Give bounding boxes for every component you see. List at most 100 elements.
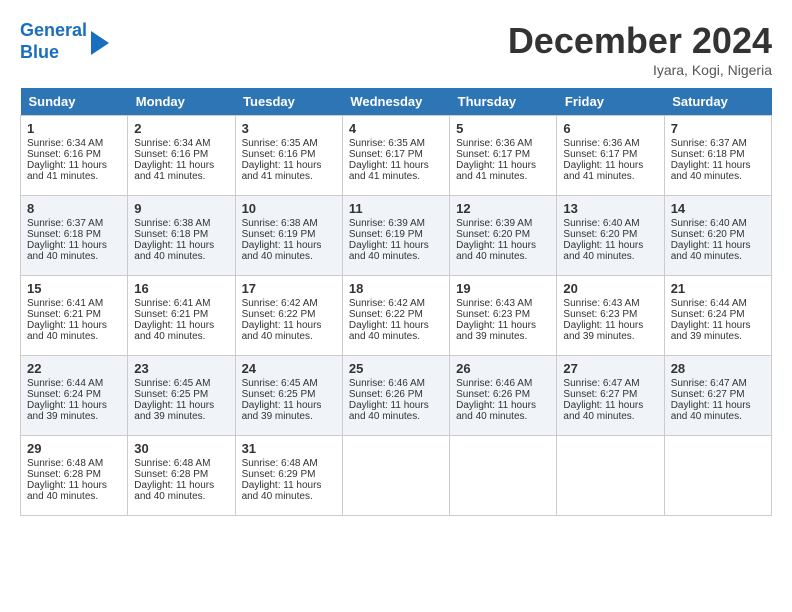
daylight-label: Daylight: 11 hours and 41 minutes. bbox=[563, 160, 643, 182]
sunrise-label: Sunrise: 6:37 AM bbox=[27, 218, 103, 229]
sunset-label: Sunset: 6:16 PM bbox=[242, 149, 316, 160]
sunrise-label: Sunrise: 6:46 AM bbox=[349, 378, 425, 389]
calendar-cell: 7 Sunrise: 6:37 AM Sunset: 6:18 PM Dayli… bbox=[664, 116, 771, 196]
daylight-label: Daylight: 11 hours and 40 minutes. bbox=[242, 480, 322, 502]
calendar-header-row: Sunday Monday Tuesday Wednesday Thursday… bbox=[21, 88, 772, 116]
calendar-cell bbox=[664, 436, 771, 516]
day-number: 10 bbox=[242, 201, 336, 216]
calendar-cell: 19 Sunrise: 6:43 AM Sunset: 6:23 PM Dayl… bbox=[450, 276, 557, 356]
daylight-label: Daylight: 11 hours and 40 minutes. bbox=[349, 400, 429, 422]
day-number: 26 bbox=[456, 361, 550, 376]
sunset-label: Sunset: 6:20 PM bbox=[563, 229, 637, 240]
col-tuesday: Tuesday bbox=[235, 88, 342, 116]
day-number: 12 bbox=[456, 201, 550, 216]
sunset-label: Sunset: 6:22 PM bbox=[242, 309, 316, 320]
calendar-cell: 11 Sunrise: 6:39 AM Sunset: 6:19 PM Dayl… bbox=[342, 196, 449, 276]
sunset-label: Sunset: 6:29 PM bbox=[242, 469, 316, 480]
sunset-label: Sunset: 6:24 PM bbox=[671, 309, 745, 320]
calendar-cell: 26 Sunrise: 6:46 AM Sunset: 6:26 PM Dayl… bbox=[450, 356, 557, 436]
day-number: 21 bbox=[671, 281, 765, 296]
daylight-label: Daylight: 11 hours and 40 minutes. bbox=[456, 400, 536, 422]
daylight-label: Daylight: 11 hours and 40 minutes. bbox=[242, 320, 322, 342]
day-number: 7 bbox=[671, 121, 765, 136]
sunset-label: Sunset: 6:27 PM bbox=[563, 389, 637, 400]
day-number: 25 bbox=[349, 361, 443, 376]
sunrise-label: Sunrise: 6:44 AM bbox=[27, 378, 103, 389]
daylight-label: Daylight: 11 hours and 40 minutes. bbox=[27, 480, 107, 502]
calendar-cell: 14 Sunrise: 6:40 AM Sunset: 6:20 PM Dayl… bbox=[664, 196, 771, 276]
sunrise-label: Sunrise: 6:43 AM bbox=[456, 298, 532, 309]
col-thursday: Thursday bbox=[450, 88, 557, 116]
sunrise-label: Sunrise: 6:35 AM bbox=[349, 138, 425, 149]
calendar-cell: 2 Sunrise: 6:34 AM Sunset: 6:16 PM Dayli… bbox=[128, 116, 235, 196]
sunrise-label: Sunrise: 6:34 AM bbox=[27, 138, 103, 149]
logo-text: GeneralBlue bbox=[20, 20, 87, 63]
day-number: 11 bbox=[349, 201, 443, 216]
day-number: 13 bbox=[563, 201, 657, 216]
daylight-label: Daylight: 11 hours and 39 minutes. bbox=[242, 400, 322, 422]
calendar-cell: 9 Sunrise: 6:38 AM Sunset: 6:18 PM Dayli… bbox=[128, 196, 235, 276]
calendar-cell: 16 Sunrise: 6:41 AM Sunset: 6:21 PM Dayl… bbox=[128, 276, 235, 356]
calendar-cell: 28 Sunrise: 6:47 AM Sunset: 6:27 PM Dayl… bbox=[664, 356, 771, 436]
sunset-label: Sunset: 6:27 PM bbox=[671, 389, 745, 400]
day-number: 20 bbox=[563, 281, 657, 296]
day-number: 30 bbox=[134, 441, 228, 456]
sunrise-label: Sunrise: 6:41 AM bbox=[27, 298, 103, 309]
day-number: 1 bbox=[27, 121, 121, 136]
day-number: 16 bbox=[134, 281, 228, 296]
day-number: 14 bbox=[671, 201, 765, 216]
daylight-label: Daylight: 11 hours and 40 minutes. bbox=[27, 240, 107, 262]
sunrise-label: Sunrise: 6:40 AM bbox=[563, 218, 639, 229]
sunset-label: Sunset: 6:18 PM bbox=[134, 229, 208, 240]
sunrise-label: Sunrise: 6:48 AM bbox=[134, 458, 210, 469]
location: Iyara, Kogi, Nigeria bbox=[508, 62, 772, 78]
day-number: 28 bbox=[671, 361, 765, 376]
sunset-label: Sunset: 6:18 PM bbox=[27, 229, 101, 240]
calendar-week-2: 8 Sunrise: 6:37 AM Sunset: 6:18 PM Dayli… bbox=[21, 196, 772, 276]
sunset-label: Sunset: 6:25 PM bbox=[242, 389, 316, 400]
sunrise-label: Sunrise: 6:34 AM bbox=[134, 138, 210, 149]
daylight-label: Daylight: 11 hours and 40 minutes. bbox=[27, 320, 107, 342]
daylight-label: Daylight: 11 hours and 41 minutes. bbox=[456, 160, 536, 182]
sunrise-label: Sunrise: 6:47 AM bbox=[671, 378, 747, 389]
sunrise-label: Sunrise: 6:48 AM bbox=[27, 458, 103, 469]
col-sunday: Sunday bbox=[21, 88, 128, 116]
sunrise-label: Sunrise: 6:40 AM bbox=[671, 218, 747, 229]
day-number: 29 bbox=[27, 441, 121, 456]
col-monday: Monday bbox=[128, 88, 235, 116]
sunrise-label: Sunrise: 6:46 AM bbox=[456, 378, 532, 389]
day-number: 17 bbox=[242, 281, 336, 296]
sunset-label: Sunset: 6:23 PM bbox=[456, 309, 530, 320]
calendar-cell: 30 Sunrise: 6:48 AM Sunset: 6:28 PM Dayl… bbox=[128, 436, 235, 516]
daylight-label: Daylight: 11 hours and 40 minutes. bbox=[563, 240, 643, 262]
calendar-cell: 12 Sunrise: 6:39 AM Sunset: 6:20 PM Dayl… bbox=[450, 196, 557, 276]
daylight-label: Daylight: 11 hours and 40 minutes. bbox=[134, 320, 214, 342]
daylight-label: Daylight: 11 hours and 39 minutes. bbox=[27, 400, 107, 422]
daylight-label: Daylight: 11 hours and 39 minutes. bbox=[563, 320, 643, 342]
sunset-label: Sunset: 6:26 PM bbox=[456, 389, 530, 400]
calendar-cell: 23 Sunrise: 6:45 AM Sunset: 6:25 PM Dayl… bbox=[128, 356, 235, 436]
sunset-label: Sunset: 6:28 PM bbox=[27, 469, 101, 480]
daylight-label: Daylight: 11 hours and 41 minutes. bbox=[27, 160, 107, 182]
day-number: 18 bbox=[349, 281, 443, 296]
logo-arrow-icon bbox=[91, 31, 109, 55]
sunrise-label: Sunrise: 6:37 AM bbox=[671, 138, 747, 149]
daylight-label: Daylight: 11 hours and 40 minutes. bbox=[134, 480, 214, 502]
daylight-label: Daylight: 11 hours and 39 minutes. bbox=[134, 400, 214, 422]
sunset-label: Sunset: 6:25 PM bbox=[134, 389, 208, 400]
calendar-cell bbox=[450, 436, 557, 516]
sunrise-label: Sunrise: 6:35 AM bbox=[242, 138, 318, 149]
sunset-label: Sunset: 6:20 PM bbox=[456, 229, 530, 240]
sunrise-label: Sunrise: 6:48 AM bbox=[242, 458, 318, 469]
title-area: December 2024 Iyara, Kogi, Nigeria bbox=[508, 20, 772, 78]
sunrise-label: Sunrise: 6:38 AM bbox=[134, 218, 210, 229]
calendar-cell: 24 Sunrise: 6:45 AM Sunset: 6:25 PM Dayl… bbox=[235, 356, 342, 436]
sunset-label: Sunset: 6:26 PM bbox=[349, 389, 423, 400]
page-header: GeneralBlue December 2024 Iyara, Kogi, N… bbox=[20, 20, 772, 78]
sunrise-label: Sunrise: 6:45 AM bbox=[242, 378, 318, 389]
daylight-label: Daylight: 11 hours and 39 minutes. bbox=[671, 320, 751, 342]
day-number: 8 bbox=[27, 201, 121, 216]
sunrise-label: Sunrise: 6:36 AM bbox=[563, 138, 639, 149]
daylight-label: Daylight: 11 hours and 41 minutes. bbox=[349, 160, 429, 182]
sunrise-label: Sunrise: 6:39 AM bbox=[349, 218, 425, 229]
